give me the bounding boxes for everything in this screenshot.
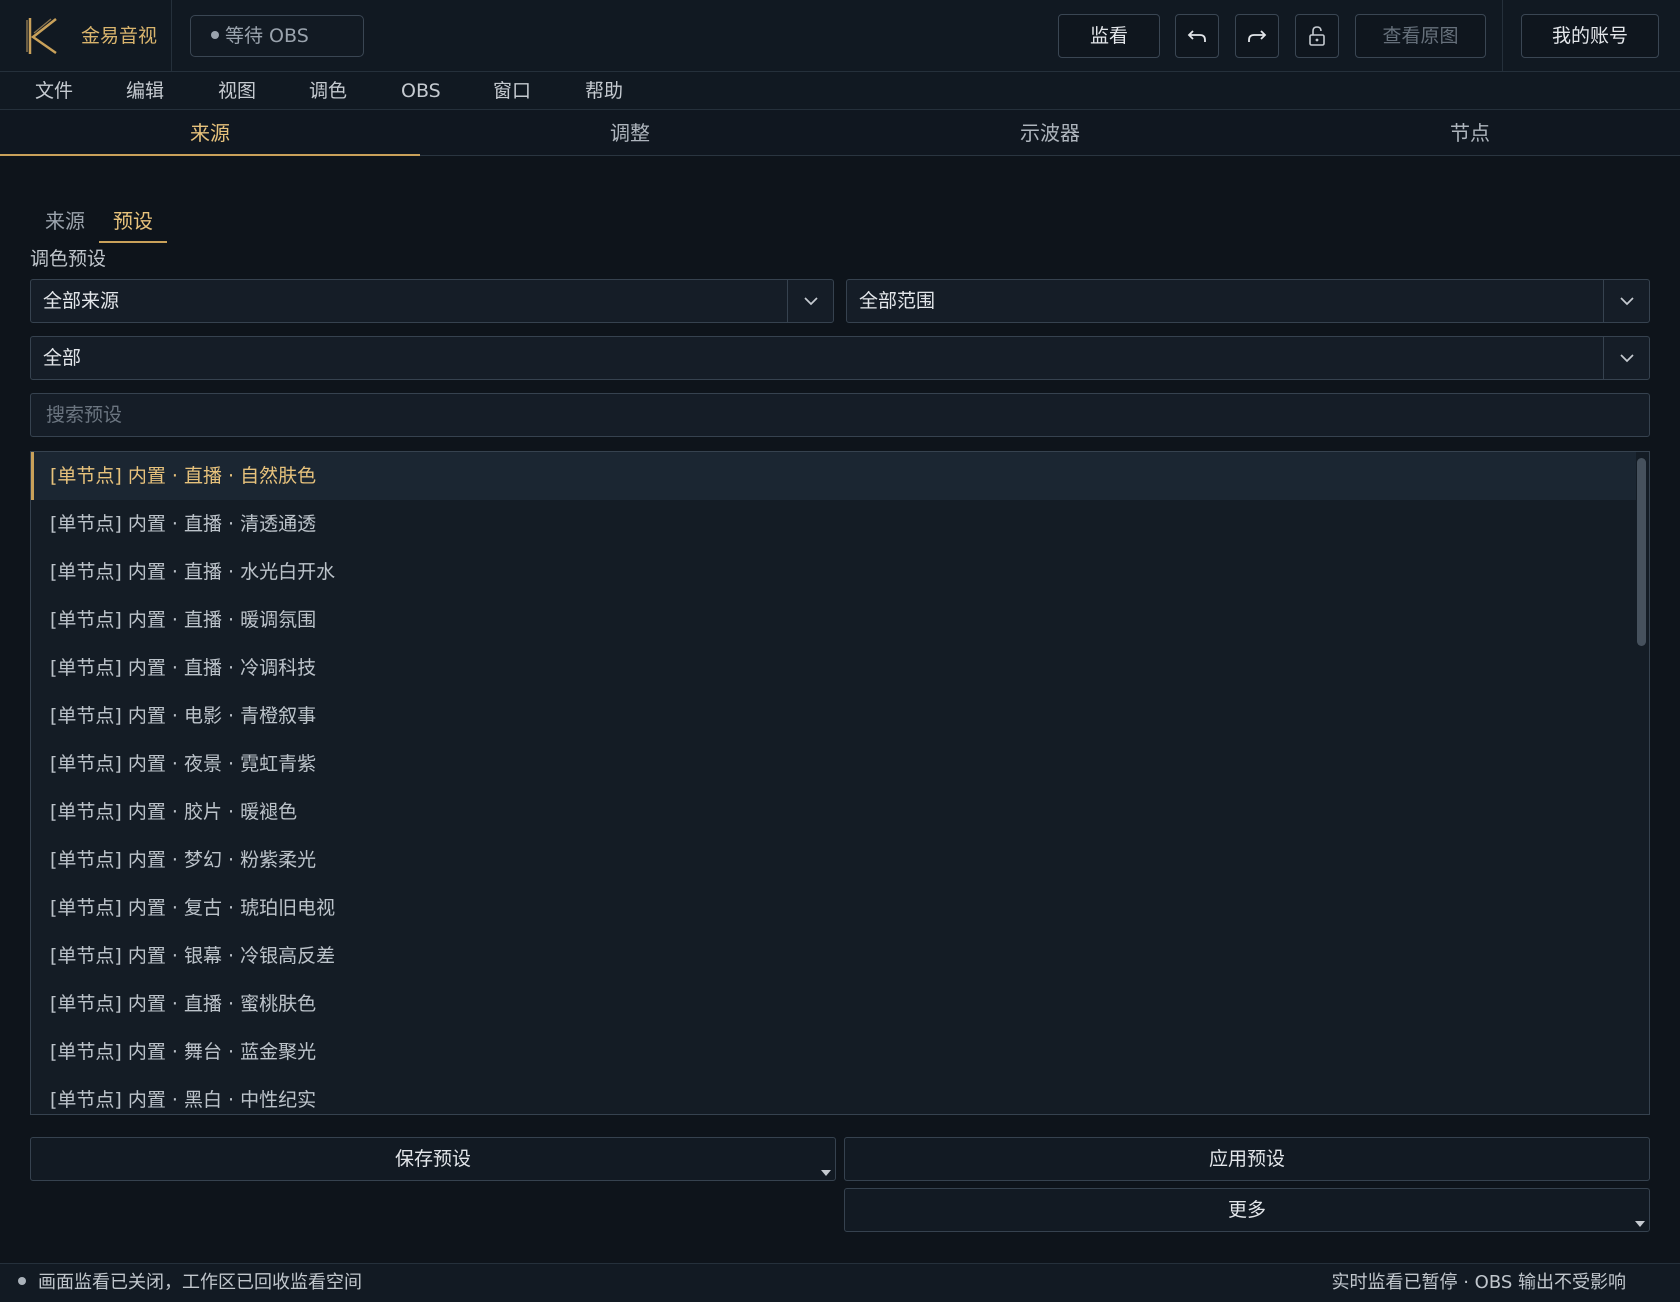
dropdown-indicator-icon: [1635, 1221, 1645, 1227]
save-preset-label: 保存预设: [394, 1148, 471, 1170]
menu-edit[interactable]: 编辑: [126, 72, 164, 110]
dropdown-indicator-icon: [821, 1170, 831, 1176]
tab-nodes[interactable]: 节点: [1260, 110, 1680, 156]
preset-list-item[interactable]: [单节点] 内置 · 舞台 · 蓝金聚光: [31, 1028, 1636, 1076]
chevron-down-icon: [1603, 337, 1649, 379]
apply-preset-button[interactable]: 应用预设: [844, 1137, 1650, 1181]
status-bar: 画面监看已关闭，工作区已回收监看空间 实时监看已暂停 · OBS 输出不受影响: [0, 1263, 1680, 1302]
preset-list-item[interactable]: [单节点] 内置 · 直播 · 自然肤色: [31, 452, 1636, 500]
monitor-button[interactable]: 监看: [1058, 14, 1160, 58]
title-bar: 金易音视 等待 OBS 监看 查看原图 我的账号: [0, 0, 1680, 72]
my-account-button[interactable]: 我的账号: [1521, 14, 1659, 58]
preset-list-item[interactable]: [单节点] 内置 · 胶片 · 暖褪色: [31, 788, 1636, 836]
save-preset-button[interactable]: 保存预设: [30, 1137, 836, 1181]
obs-status-text: 等待 OBS: [225, 25, 309, 47]
subtab-presets[interactable]: 预设: [99, 203, 167, 243]
app-logo-icon: [26, 18, 57, 55]
source-filter-select[interactable]: 全部来源: [30, 279, 834, 323]
preset-list-item[interactable]: [单节点] 内置 · 直播 · 清透通透: [31, 500, 1636, 548]
section-title: 调色预设: [30, 248, 107, 270]
more-label: 更多: [1227, 1199, 1266, 1221]
preset-search-input[interactable]: [30, 393, 1650, 437]
brand: 金易音视: [0, 0, 172, 72]
menu-obs[interactable]: OBS: [401, 72, 441, 110]
status-right-text: 实时监看已暂停 · OBS 输出不受影响: [1331, 1272, 1626, 1293]
subtab-source[interactable]: 来源: [31, 203, 99, 243]
redo-icon: [1248, 30, 1267, 42]
view-original-button[interactable]: 查看原图: [1355, 14, 1486, 58]
preset-list-item[interactable]: [单节点] 内置 · 直播 · 冷调科技: [31, 644, 1636, 692]
status-left: 画面监看已关闭，工作区已回收监看空间: [18, 1264, 362, 1302]
preset-list-item[interactable]: [单节点] 内置 · 夜景 · 霓虹青紫: [31, 740, 1636, 788]
preset-list-item[interactable]: [单节点] 内置 · 直播 · 水光白开水: [31, 548, 1636, 596]
tab-adjust[interactable]: 调整: [420, 110, 840, 156]
preset-list[interactable]: [单节点] 内置 · 直播 · 自然肤色 [单节点] 内置 · 直播 · 清透通透…: [30, 451, 1650, 1115]
app-name: 金易音视: [81, 25, 158, 47]
source-filter-value: 全部来源: [43, 290, 120, 312]
status-dot-icon: [211, 30, 219, 39]
tab-scopes[interactable]: 示波器: [840, 110, 1260, 156]
chevron-down-icon: [787, 280, 833, 322]
menu-help[interactable]: 帮助: [585, 72, 623, 110]
menu-color[interactable]: 调色: [309, 72, 347, 110]
menu-file[interactable]: 文件: [35, 72, 73, 110]
preset-list-item[interactable]: [单节点] 内置 · 黑白 · 中性纪实: [31, 1076, 1636, 1114]
main-tabs: 来源 调整 示波器 节点: [0, 110, 1680, 156]
list-scrollbar[interactable]: [1637, 458, 1646, 646]
obs-status-indicator: 等待 OBS: [190, 15, 364, 57]
preset-list-item[interactable]: [单节点] 内置 · 梦幻 · 粉紫柔光: [31, 836, 1636, 884]
lock-button[interactable]: [1295, 14, 1339, 58]
category-filter-select[interactable]: 全部: [30, 336, 1650, 380]
preset-list-item[interactable]: [单节点] 内置 · 银幕 · 冷银高反差: [31, 932, 1636, 980]
scope-filter-select[interactable]: 全部范围: [846, 279, 1650, 323]
undo-button[interactable]: [1175, 14, 1219, 58]
undo-icon: [1187, 30, 1206, 42]
redo-button[interactable]: [1235, 14, 1279, 58]
divider: [1502, 0, 1503, 72]
menu-window[interactable]: 窗口: [493, 72, 531, 110]
preset-list-item[interactable]: [单节点] 内置 · 电影 · 青橙叙事: [31, 692, 1636, 740]
menu-view[interactable]: 视图: [218, 72, 256, 110]
preset-list-item[interactable]: [单节点] 内置 · 直播 · 蜜桃肤色: [31, 980, 1636, 1028]
unlock-icon: [1309, 26, 1325, 46]
preset-list-item[interactable]: [单节点] 内置 · 复古 · 琥珀旧电视: [31, 884, 1636, 932]
menu-bar: 文件 编辑 视图 调色 OBS 窗口 帮助: [0, 72, 1680, 110]
tab-source[interactable]: 来源: [0, 110, 420, 156]
more-button[interactable]: 更多: [844, 1188, 1650, 1232]
category-filter-value: 全部: [43, 347, 82, 369]
status-dot-icon: [18, 1277, 26, 1285]
chevron-down-icon: [1603, 280, 1649, 322]
scope-filter-value: 全部范围: [859, 290, 936, 312]
status-left-text: 画面监看已关闭，工作区已回收监看空间: [38, 1272, 362, 1293]
preset-list-item[interactable]: [单节点] 内置 · 直播 · 暖调氛围: [31, 596, 1636, 644]
